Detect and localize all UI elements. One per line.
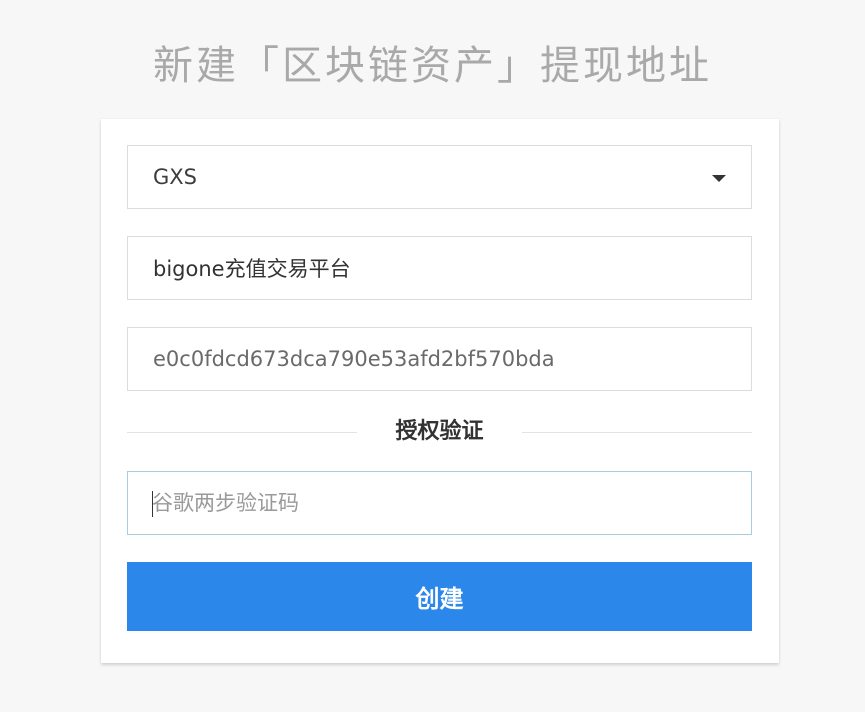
- google-2fa-code-input[interactable]: [127, 471, 752, 535]
- address-field[interactable]: e0c0fdcd673dca790e53afd2bf570bda: [127, 327, 752, 391]
- text-cursor: [152, 491, 153, 517]
- page: 新建「区块链资产」提现地址 GXS bigone充值交易平台 e0c0fdcd6…: [0, 0, 865, 712]
- asset-select-value: GXS: [153, 165, 197, 189]
- asset-select[interactable]: GXS: [127, 145, 752, 209]
- address-name-field[interactable]: bigone充值交易平台: [127, 236, 752, 300]
- auth-divider: 授权验证: [127, 412, 752, 452]
- create-button[interactable]: 创建: [127, 562, 752, 631]
- auth-section-label: 授权验证: [395, 419, 484, 444]
- form-card: GXS bigone充值交易平台 e0c0fdcd673dca790e53afd…: [101, 119, 779, 663]
- page-title: 新建「区块链资产」提现地址: [153, 43, 712, 89]
- address-name-value: bigone充值交易平台: [153, 257, 351, 281]
- address-value: e0c0fdcd673dca790e53afd2bf570bda: [153, 347, 555, 371]
- caret-down-icon: [712, 175, 726, 182]
